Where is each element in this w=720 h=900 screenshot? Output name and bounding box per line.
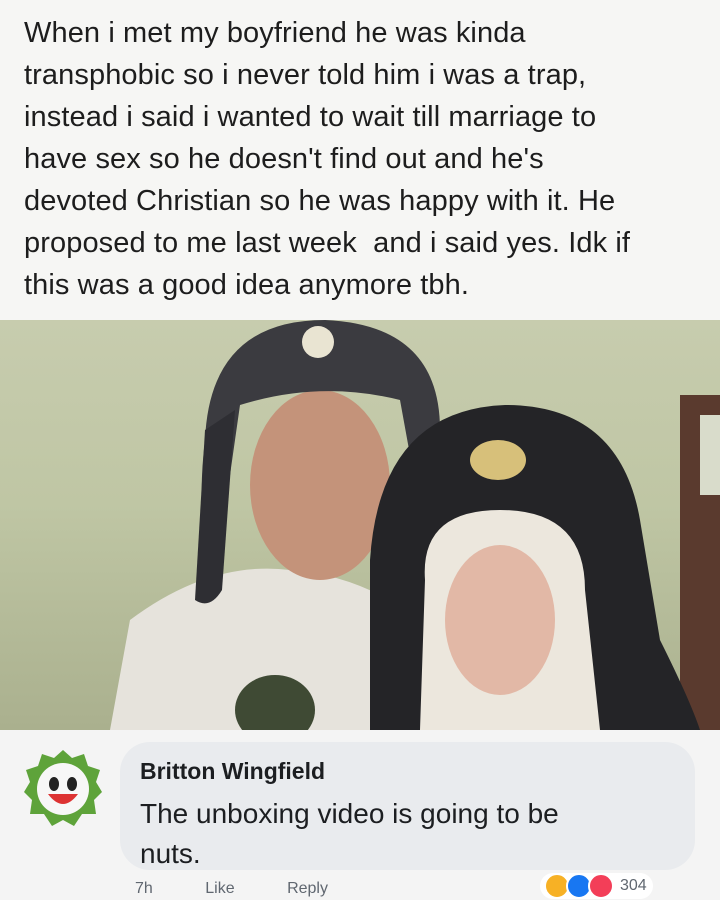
post-text-line: instead i said i wanted to wait till mar… — [24, 101, 597, 133]
woman-face — [445, 545, 555, 695]
comment-text: The unboxing video is going to be nuts. — [140, 794, 660, 874]
comment-actions: 7h Like Reply — [135, 880, 376, 898]
comment-time: 7h — [135, 880, 153, 897]
door-window — [700, 415, 720, 495]
like-link[interactable]: Like — [205, 880, 234, 897]
comment-bubble: Britton Wingfield The unboxing video is … — [120, 742, 695, 870]
woman-hat-badge — [470, 440, 526, 480]
post-text-line: devoted Christian so he was happy with i… — [24, 185, 616, 217]
comment-text-line: nuts. — [140, 838, 201, 869]
post-text-line: transphobic so i never told him i was a … — [24, 59, 587, 91]
reaction-count: 304 — [620, 877, 647, 894]
reaction-summary[interactable]: 304 — [540, 873, 653, 899]
post-photo[interactable] — [0, 320, 720, 730]
post-text-line: this was a good idea anymore tbh. — [24, 269, 470, 301]
post-text-line: proposed to me last week and i said yes.… — [24, 227, 631, 259]
love-reaction-icon — [588, 873, 614, 899]
post-text-block: When i met my boyfriend he was kinda tra… — [0, 0, 720, 320]
comment-text-line: The unboxing video is going to be — [140, 798, 559, 829]
man-hat-badge — [302, 326, 334, 358]
awesome-face-avatar-icon[interactable] — [22, 748, 104, 830]
post-text-line: have sex so he doesn't find out and he's — [24, 143, 544, 175]
reply-link[interactable]: Reply — [287, 880, 328, 897]
couple-photo-illustration — [110, 320, 720, 730]
post-text-line: When i met my boyfriend he was kinda — [24, 17, 526, 49]
comment: Britton Wingfield The unboxing video is … — [0, 730, 720, 900]
comment-author[interactable]: Britton Wingfield — [140, 758, 325, 785]
post-text: When i met my boyfriend he was kinda tra… — [24, 12, 700, 306]
man-face — [250, 390, 390, 580]
